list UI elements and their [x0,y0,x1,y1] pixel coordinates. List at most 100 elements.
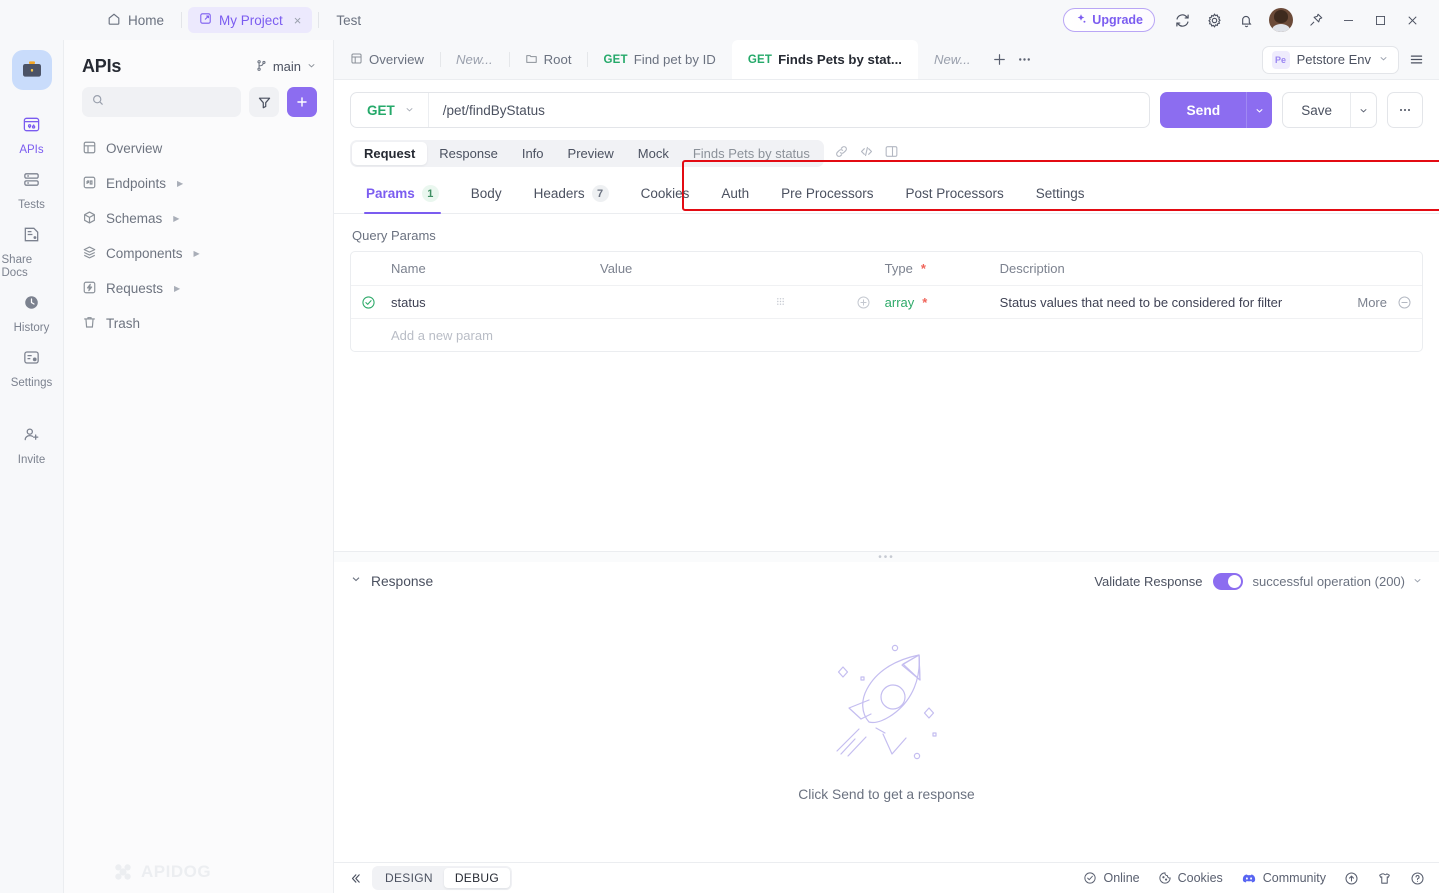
upgrade-button[interactable]: Upgrade [1063,8,1155,32]
rail-item-share-docs[interactable]: Share Docs [2,216,62,284]
editor-tab-find-pet-by-id[interactable]: GET Find pet by ID [587,40,731,79]
pin-icon[interactable] [1301,5,1331,35]
drag-handle-icon[interactable] [776,297,785,307]
maximize-icon[interactable] [1365,5,1395,35]
branch-selector[interactable]: main [255,59,317,75]
seg-request[interactable]: Request [352,142,428,165]
link-icon[interactable] [834,144,849,164]
filter-icon[interactable] [249,87,279,117]
seg-preview[interactable]: Preview [556,142,626,165]
test-tab[interactable]: Test [325,7,372,33]
gear-icon[interactable] [1199,5,1229,35]
row-actions-cell: More [1327,295,1422,310]
send-button[interactable]: Send [1160,92,1273,128]
param-tab-cookies[interactable]: Cookies [625,180,706,212]
seg-response[interactable]: Response [427,142,510,165]
sidebar-item-components[interactable]: Components ▶ [64,236,333,271]
hamburger-icon[interactable] [1401,45,1431,75]
environment-selector[interactable]: Pe Petstore Env [1261,45,1399,74]
seg-info[interactable]: Info [510,142,556,165]
param-tab-settings[interactable]: Settings [1020,180,1101,212]
save-button[interactable]: Save [1282,92,1377,128]
add-api-button[interactable] [287,87,317,117]
param-tab-headers[interactable]: Headers 7 [518,179,625,213]
editor-tab-new-1[interactable]: New... [439,40,509,79]
table-row[interactable]: status array * Status values that need t… [351,285,1422,318]
shirt-icon[interactable] [1377,871,1392,886]
editor-tab-finds-pets-by-status[interactable]: GET Finds Pets by stat... [731,40,918,79]
add-value-icon[interactable] [856,295,871,310]
send-dropdown-caret[interactable] [1246,92,1272,128]
chevron-down-icon[interactable] [350,572,362,590]
add-new-param-row[interactable]: Add a new param [351,318,1422,351]
mode-debug[interactable]: DEBUG [443,868,510,888]
param-tab-pre-processors[interactable]: Pre Processors [765,180,889,212]
workspace-logo[interactable] [11,50,52,90]
project-tab-label: My Project [219,12,283,28]
request-more-button[interactable] [1387,92,1423,128]
row-enabled-checkbox[interactable] [351,295,385,310]
row-type-cell[interactable]: array * [885,295,1000,310]
project-tab[interactable]: My Project × [188,7,313,33]
param-tab-badge: 1 [421,185,439,202]
rail-item-history[interactable]: History [2,284,62,339]
save-dropdown-caret[interactable] [1350,93,1376,127]
bell-icon[interactable] [1231,5,1261,35]
code-icon[interactable] [859,144,874,164]
url-input[interactable]: /pet/findByStatus [429,103,1150,118]
row-description[interactable]: Status values that need to be considered… [1000,295,1327,310]
editor-tab-root[interactable]: Root [508,40,588,79]
param-tab-params[interactable]: Params 1 [350,179,455,214]
avatar[interactable] [1269,8,1293,32]
url-bar[interactable]: GET /pet/findByStatus [350,92,1151,128]
add-new-param-placeholder[interactable]: Add a new param [385,328,600,343]
mode-design[interactable]: DESIGN [374,868,444,888]
seg-mock[interactable]: Mock [626,142,681,165]
method-selector[interactable]: GET [351,103,428,118]
rail-item-tests[interactable]: Tests [2,161,62,216]
remove-row-icon[interactable] [1397,295,1412,310]
chevron-right-icon[interactable]: ▶ [173,214,179,223]
chevron-right-icon[interactable]: ▶ [194,249,200,258]
invite-icon [22,425,41,449]
chevron-right-icon[interactable]: ▶ [174,284,180,293]
param-tab-body[interactable]: Body [455,180,518,212]
rail-item-invite[interactable]: Invite [2,416,62,471]
sidebar-item-schemas[interactable]: Schemas ▶ [64,201,333,236]
chevron-down-icon [1412,574,1423,589]
collapse-left-icon[interactable] [342,867,368,889]
sidebar-item-trash[interactable]: Trash [64,306,333,341]
help-icon[interactable] [1410,871,1425,886]
panel-splitter[interactable]: ••• [334,551,1439,563]
sidebar-item-overview[interactable]: Overview [64,131,333,166]
home-tab[interactable]: Home [96,7,175,33]
search-input[interactable] [82,87,241,117]
status-cookies[interactable]: Cookies [1158,871,1223,885]
editor-tab-new-2[interactable]: New... [918,40,987,79]
param-tab-auth[interactable]: Auth [705,180,765,212]
tab-add-button[interactable] [987,40,1012,79]
minimize-icon[interactable] [1333,5,1363,35]
layout-icon[interactable] [884,144,899,164]
param-tab-post-processors[interactable]: Post Processors [889,180,1019,212]
close-icon[interactable] [1397,5,1427,35]
status-community[interactable]: Community [1241,870,1326,886]
title-bar-actions: Upgrade [1063,5,1431,35]
row-value-cell[interactable] [600,295,885,310]
sidebar-item-endpoints[interactable]: Endpoints ▶ [64,166,333,201]
validate-response-toggle[interactable] [1212,572,1243,590]
response-status-selector[interactable]: successful operation (200) [1253,574,1423,589]
tab-more-button[interactable] [1012,40,1037,79]
sidebar-item-requests[interactable]: Requests ▶ [64,271,333,306]
upload-icon[interactable] [1344,871,1359,886]
chevron-right-icon[interactable]: ▶ [177,179,183,188]
close-icon[interactable]: × [294,14,302,27]
rail-item-settings[interactable]: Settings [2,339,62,394]
row-name[interactable]: status [385,295,600,310]
editor-tab-overview[interactable]: Overview [334,40,440,79]
row-more-button[interactable]: More [1357,295,1387,310]
sync-icon[interactable] [1167,5,1197,35]
status-online-label: Online [1103,871,1140,885]
status-online[interactable]: Online [1083,871,1140,885]
rail-item-apis[interactable]: APIs [2,106,62,161]
